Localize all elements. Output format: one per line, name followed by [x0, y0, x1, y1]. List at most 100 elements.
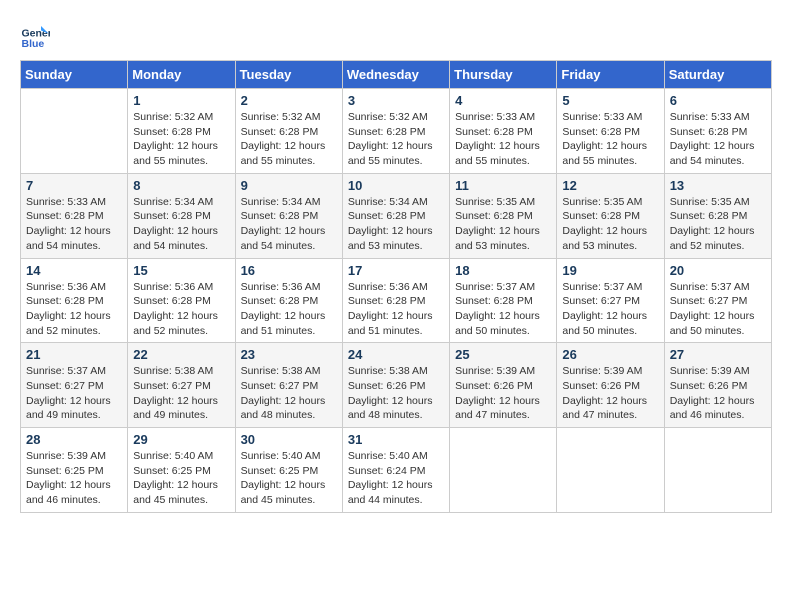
day-number: 19 [562, 263, 658, 278]
header-day: Saturday [664, 61, 771, 89]
cell-content: Sunrise: 5:33 AM Sunset: 6:28 PM Dayligh… [670, 110, 766, 169]
day-number: 23 [241, 347, 337, 362]
cell-content: Sunrise: 5:38 AM Sunset: 6:26 PM Dayligh… [348, 364, 444, 423]
calendar-cell: 31 Sunrise: 5:40 AM Sunset: 6:24 PM Dayli… [342, 428, 449, 513]
cell-content: Sunrise: 5:36 AM Sunset: 6:28 PM Dayligh… [348, 280, 444, 339]
calendar-cell: 20 Sunrise: 5:37 AM Sunset: 6:27 PM Dayli… [664, 258, 771, 343]
day-number: 25 [455, 347, 551, 362]
header-day: Tuesday [235, 61, 342, 89]
cell-content: Sunrise: 5:33 AM Sunset: 6:28 PM Dayligh… [26, 195, 122, 254]
calendar-cell: 16 Sunrise: 5:36 AM Sunset: 6:28 PM Dayli… [235, 258, 342, 343]
day-number: 7 [26, 178, 122, 193]
calendar-cell [21, 89, 128, 174]
day-number: 3 [348, 93, 444, 108]
day-number: 1 [133, 93, 229, 108]
cell-content: Sunrise: 5:40 AM Sunset: 6:25 PM Dayligh… [241, 449, 337, 508]
calendar-cell: 7 Sunrise: 5:33 AM Sunset: 6:28 PM Daylig… [21, 173, 128, 258]
header-day: Monday [128, 61, 235, 89]
calendar-week: 28Sunrise: 5:39 AM Sunset: 6:25 PM Dayli… [21, 428, 772, 513]
cell-content: Sunrise: 5:33 AM Sunset: 6:28 PM Dayligh… [455, 110, 551, 169]
header-day: Thursday [450, 61, 557, 89]
calendar-cell: 1 Sunrise: 5:32 AM Sunset: 6:28 PM Daylig… [128, 89, 235, 174]
calendar-cell: 23 Sunrise: 5:38 AM Sunset: 6:27 PM Dayli… [235, 343, 342, 428]
calendar-cell: 9 Sunrise: 5:34 AM Sunset: 6:28 PM Daylig… [235, 173, 342, 258]
calendar-cell: 30 Sunrise: 5:40 AM Sunset: 6:25 PM Dayli… [235, 428, 342, 513]
calendar-week: 7 Sunrise: 5:33 AM Sunset: 6:28 PM Daylig… [21, 173, 772, 258]
calendar-cell [664, 428, 771, 513]
calendar-cell: 27 Sunrise: 5:39 AM Sunset: 6:26 PM Dayli… [664, 343, 771, 428]
day-number: 18 [455, 263, 551, 278]
day-number: 10 [348, 178, 444, 193]
cell-content: Sunrise: 5:39 AM Sunset: 6:26 PM Dayligh… [562, 364, 658, 423]
day-number: 4 [455, 93, 551, 108]
day-number: 22 [133, 347, 229, 362]
calendar-week: 21 Sunrise: 5:37 AM Sunset: 6:27 PM Dayli… [21, 343, 772, 428]
day-number: 16 [241, 263, 337, 278]
day-number: 12 [562, 178, 658, 193]
calendar-cell: 8Sunrise: 5:34 AM Sunset: 6:28 PM Daylig… [128, 173, 235, 258]
calendar-cell: 14 Sunrise: 5:36 AM Sunset: 6:28 PM Dayli… [21, 258, 128, 343]
day-number: 11 [455, 178, 551, 193]
day-number: 17 [348, 263, 444, 278]
calendar-cell: 18 Sunrise: 5:37 AM Sunset: 6:28 PM Dayli… [450, 258, 557, 343]
cell-content: Sunrise: 5:40 AM Sunset: 6:24 PM Dayligh… [348, 449, 444, 508]
day-number: 31 [348, 432, 444, 447]
cell-content: Sunrise: 5:37 AM Sunset: 6:27 PM Dayligh… [562, 280, 658, 339]
calendar-cell: 26 Sunrise: 5:39 AM Sunset: 6:26 PM Dayli… [557, 343, 664, 428]
day-number: 30 [241, 432, 337, 447]
cell-content: Sunrise: 5:38 AM Sunset: 6:27 PM Dayligh… [241, 364, 337, 423]
cell-content: Sunrise: 5:38 AM Sunset: 6:27 PM Dayligh… [133, 364, 229, 423]
cell-content: Sunrise: 5:32 AM Sunset: 6:28 PM Dayligh… [241, 110, 337, 169]
cell-content: Sunrise: 5:37 AM Sunset: 6:27 PM Dayligh… [26, 364, 122, 423]
day-number: 26 [562, 347, 658, 362]
calendar-cell: 28Sunrise: 5:39 AM Sunset: 6:25 PM Dayli… [21, 428, 128, 513]
cell-content: Sunrise: 5:35 AM Sunset: 6:28 PM Dayligh… [455, 195, 551, 254]
calendar-cell: 17 Sunrise: 5:36 AM Sunset: 6:28 PM Dayli… [342, 258, 449, 343]
cell-content: Sunrise: 5:34 AM Sunset: 6:28 PM Dayligh… [133, 195, 229, 254]
cell-content: Sunrise: 5:37 AM Sunset: 6:28 PM Dayligh… [455, 280, 551, 339]
day-number: 2 [241, 93, 337, 108]
day-number: 20 [670, 263, 766, 278]
calendar-cell: 13Sunrise: 5:35 AM Sunset: 6:28 PM Dayli… [664, 173, 771, 258]
day-number: 14 [26, 263, 122, 278]
calendar-cell: 6 Sunrise: 5:33 AM Sunset: 6:28 PM Daylig… [664, 89, 771, 174]
cell-content: Sunrise: 5:32 AM Sunset: 6:28 PM Dayligh… [348, 110, 444, 169]
day-number: 21 [26, 347, 122, 362]
calendar-cell: 5Sunrise: 5:33 AM Sunset: 6:28 PM Daylig… [557, 89, 664, 174]
calendar-cell: 25Sunrise: 5:39 AM Sunset: 6:26 PM Dayli… [450, 343, 557, 428]
day-number: 24 [348, 347, 444, 362]
logo: General Blue [20, 20, 54, 50]
cell-content: Sunrise: 5:40 AM Sunset: 6:25 PM Dayligh… [133, 449, 229, 508]
calendar-cell: 11 Sunrise: 5:35 AM Sunset: 6:28 PM Dayli… [450, 173, 557, 258]
calendar-cell: 4 Sunrise: 5:33 AM Sunset: 6:28 PM Daylig… [450, 89, 557, 174]
calendar-cell: 19 Sunrise: 5:37 AM Sunset: 6:27 PM Dayli… [557, 258, 664, 343]
day-number: 6 [670, 93, 766, 108]
calendar-cell: 29 Sunrise: 5:40 AM Sunset: 6:25 PM Dayli… [128, 428, 235, 513]
day-number: 27 [670, 347, 766, 362]
cell-content: Sunrise: 5:34 AM Sunset: 6:28 PM Dayligh… [348, 195, 444, 254]
calendar-week: 1 Sunrise: 5:32 AM Sunset: 6:28 PM Daylig… [21, 89, 772, 174]
cell-content: Sunrise: 5:39 AM Sunset: 6:26 PM Dayligh… [670, 364, 766, 423]
calendar-cell: 15Sunrise: 5:36 AM Sunset: 6:28 PM Dayli… [128, 258, 235, 343]
calendar-cell [557, 428, 664, 513]
day-number: 9 [241, 178, 337, 193]
cell-content: Sunrise: 5:37 AM Sunset: 6:27 PM Dayligh… [670, 280, 766, 339]
calendar-cell: 21 Sunrise: 5:37 AM Sunset: 6:27 PM Dayli… [21, 343, 128, 428]
calendar-table: SundayMondayTuesdayWednesdayThursdayFrid… [20, 60, 772, 513]
header-day: Wednesday [342, 61, 449, 89]
page-header: General Blue [20, 20, 772, 50]
calendar-cell [450, 428, 557, 513]
svg-text:Blue: Blue [22, 38, 45, 50]
cell-content: Sunrise: 5:32 AM Sunset: 6:28 PM Dayligh… [133, 110, 229, 169]
cell-content: Sunrise: 5:34 AM Sunset: 6:28 PM Dayligh… [241, 195, 337, 254]
day-number: 15 [133, 263, 229, 278]
cell-content: Sunrise: 5:36 AM Sunset: 6:28 PM Dayligh… [26, 280, 122, 339]
day-number: 29 [133, 432, 229, 447]
cell-content: Sunrise: 5:36 AM Sunset: 6:28 PM Dayligh… [241, 280, 337, 339]
header-row: SundayMondayTuesdayWednesdayThursdayFrid… [21, 61, 772, 89]
calendar-cell: 22 Sunrise: 5:38 AM Sunset: 6:27 PM Dayli… [128, 343, 235, 428]
calendar-cell: 24 Sunrise: 5:38 AM Sunset: 6:26 PM Dayli… [342, 343, 449, 428]
calendar-cell: 2 Sunrise: 5:32 AM Sunset: 6:28 PM Daylig… [235, 89, 342, 174]
day-number: 13 [670, 178, 766, 193]
day-number: 28 [26, 432, 122, 447]
